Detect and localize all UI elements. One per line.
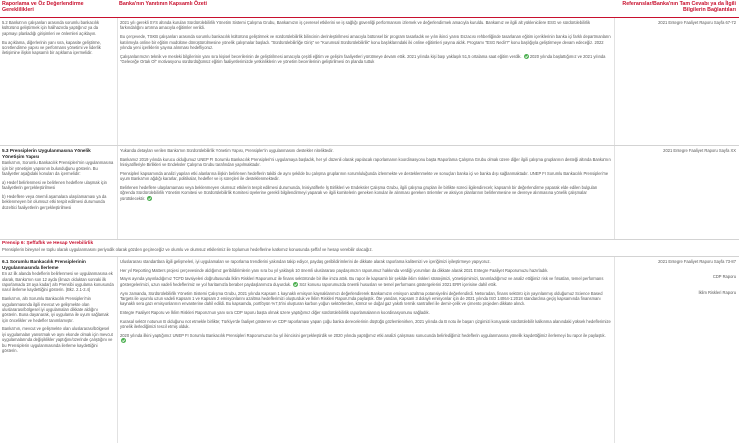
summary-text: Prensipleri kapsamında analizi yapılan e… xyxy=(120,170,609,182)
summary-text: 2020 yılında ilkini yaptığımız UNEP FI S… xyxy=(120,333,611,344)
requirement-text: En az ilk alanda hedeflerin belirlenmesi… xyxy=(2,271,114,293)
summary-text: Uluslararası standartlara ilgili gelişme… xyxy=(120,259,491,264)
summary-text: Entegre Faaliyet Raporu ve İklim Riskler… xyxy=(120,310,430,316)
summary-text: Kurasal sektör notunun B olduğunu not et… xyxy=(120,318,611,330)
row-summary: Yukarıda detayları verilen Banka'nın Sür… xyxy=(117,146,615,239)
row-requirement: 5.3 Prensiplerin Uygulanmasına Yönelik Y… xyxy=(0,146,117,239)
reference-link[interactable]: İklim Riskleri Raporu xyxy=(617,290,736,295)
row-reference: 2021 Entegre Faaliyet Raporu Sayfa 67-72 xyxy=(615,18,739,145)
row-reference: 2021 Entegre Faaliyet Raporu Sayfa XX xyxy=(615,146,739,239)
table-row: 6.1 Sorumlu Bankacılık Prensiplerinin Uy… xyxy=(0,257,739,443)
section-title: 6.1 Sorumlu Bankacılık Prensiplerinin Uy… xyxy=(2,259,86,270)
row-summary: 2021 yılı gerekli SYS altında kurulan Sü… xyxy=(117,18,615,145)
summary-text: Belirlenen hedeflere ulaşılamaması veya … xyxy=(120,184,598,201)
summary-text: Mayıs ayında yayınladığımız TCFD tavsiye… xyxy=(120,276,604,287)
row-summary: Uluslararası standartlara ilgili gelişme… xyxy=(117,257,615,443)
header-references: Referanslar/Banka'nın Tam Cevabı ya da İ… xyxy=(622,1,736,14)
table-row: 5.3 Prensiplerin Uygulanmasına Yönelik Y… xyxy=(0,146,739,240)
check-icon xyxy=(121,338,126,344)
summary-text: Her yıl Reporting Matters projesi çerçev… xyxy=(120,267,549,273)
principle-description: Prensiplerin bireysel ve toplu olarak uy… xyxy=(2,246,373,252)
gri-index-page: Raporlama ve Öz Değerlendirme Gereklilik… xyxy=(0,0,739,444)
check-icon xyxy=(147,195,153,201)
summary-text: 2021 yılı gerekli SYS altında kurulan Sü… xyxy=(120,20,590,31)
summary-text: Çalışanlarımızın teknik ve mesleki bilgi… xyxy=(120,53,606,65)
summary-text: Bu çerçevede, TSKB çalışanları arasında … xyxy=(120,34,611,50)
header-requirements: Raporlama ve Öz Değerlendirme Gereklilik… xyxy=(2,1,84,14)
summary-text: Yukarıda detayları verilen Banka'nın Sür… xyxy=(120,148,334,153)
reference-link[interactable]: 2021 Entegre Faaliyet Raporu Sayfa 73-87 xyxy=(617,259,736,264)
header-summary: Banka'nın Yanıtının Kapsamlı Özeti xyxy=(119,1,207,7)
summary-text: Bankamız 2019 yılında kurucu olduğumuz U… xyxy=(120,156,611,168)
reference-link[interactable]: 2021 Entegre Faaliyet Raporu Sayfa XX xyxy=(617,148,736,153)
requirement-text: Bu açıklama, diğerlerinin yanı sıra, kap… xyxy=(2,39,101,56)
row-requirement: 6.1 Sorumlu Bankacılık Prensiplerinin Uy… xyxy=(0,257,117,443)
requirement-text: Banka'nın, altı Sorumlu Bankacılık Prens… xyxy=(2,296,109,323)
row-requirement: 5.2 Banka'nın çalışanları arasında sorum… xyxy=(0,18,117,145)
section-title: 5.3 Prensiplerin Uygulanmasına Yönelik Y… xyxy=(2,148,91,159)
requirement-text: 5.2 Banka'nın çalışanları arasında sorum… xyxy=(2,20,100,36)
row-reference: 2021 Entegre Faaliyet Raporu Sayfa 73-87… xyxy=(615,257,739,443)
table-row: 5.2 Banka'nın çalışanları arasında sorum… xyxy=(0,18,739,146)
check-icon xyxy=(293,281,299,287)
check-icon xyxy=(523,53,529,59)
requirement-text: a) Hedef belirlenmesi ve belirlenen hede… xyxy=(2,179,107,191)
requirement-text: Banka'nın, mevcut ve gelişmekte olan ulu… xyxy=(2,326,113,354)
table-header: Raporlama ve Öz Değerlendirme Gereklilik… xyxy=(0,0,739,18)
reference-link[interactable]: 2021 Entegre Faaliyet Raporu Sayfa 67-72 xyxy=(617,20,736,25)
requirement-text: Banka'nın, Sorumlu Bankacılık Prensipler… xyxy=(2,160,114,176)
principle-banner: Prensip 6: Şeffaflık ve Hesap Verebilirl… xyxy=(0,240,739,257)
requirement-text: b) Hedeflere veya önemli aşamalara ulaşı… xyxy=(2,193,107,210)
summary-text: Aynı zamanda, Sürdürülebilirlik Yönetim … xyxy=(120,290,603,307)
reference-link[interactable]: CDP Raporu xyxy=(617,274,736,279)
